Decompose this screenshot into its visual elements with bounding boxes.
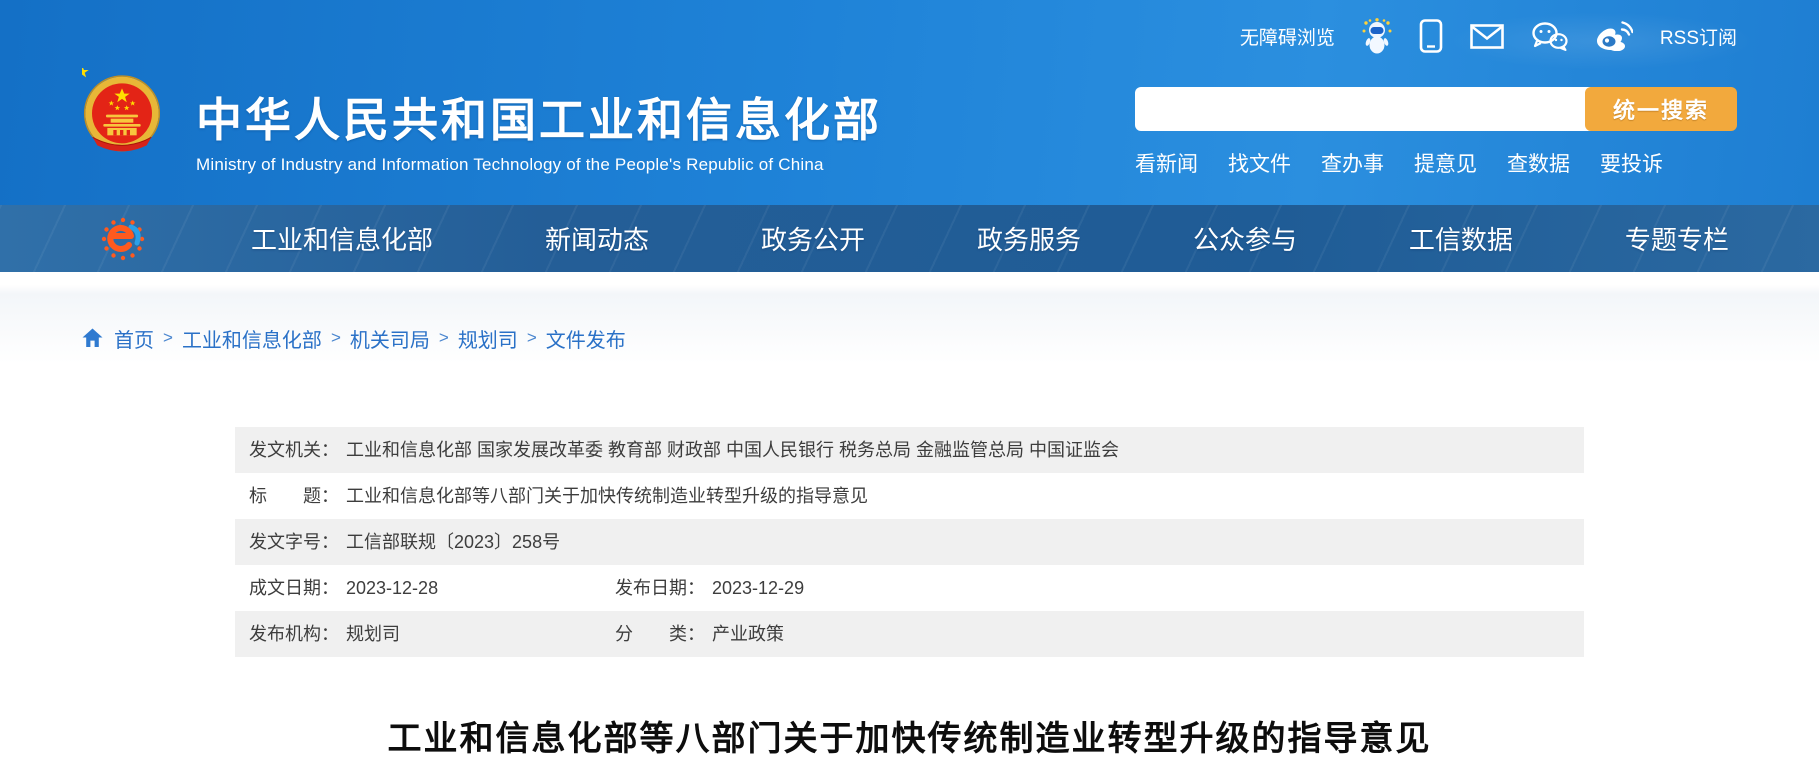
brand-text: 中华人民共和国工业和信息化部 Ministry of Industry and … [196,56,882,205]
quick-link-feedback[interactable]: 提意见 [1414,148,1477,178]
meta-label: 成文日期： [249,578,339,598]
breadcrumb-doc-release[interactable]: 文件发布 [546,324,626,353]
meta-label: 发文机关： [249,440,339,460]
breadcrumb-separator: > [527,328,537,348]
meta-value: 产业政策 [712,624,784,644]
breadcrumb-departments[interactable]: 机关司局 [350,324,430,353]
meta-label: 发布日期： [615,578,705,598]
meta-label: 分 类： [615,624,705,644]
mascot-icon[interactable] [1362,18,1392,54]
mail-icon[interactable] [1470,24,1504,49]
breadcrumb: 首页 > 工业和信息化部 > 机关司局 > 规划司 > 文件发布 [82,272,1737,351]
unified-search-button[interactable]: 统一搜索 [1585,87,1737,131]
header-top: 无障碍浏览 [0,0,1819,205]
quick-link-documents[interactable]: 找文件 [1228,148,1291,178]
meta-value: 工信部联规〔2023〕258号 [346,532,560,552]
doc-meta-table: 发文机关： 工业和信息化部 国家发展改革委 教育部 财政部 中国人民银行 税务总局… [235,427,1584,657]
nav-item-miit-data[interactable]: 工信数据 [1409,220,1513,257]
quick-link-news[interactable]: 看新闻 [1135,148,1198,178]
meta-label: 发文字号： [249,532,339,552]
search-area: 统一搜索 看新闻 找文件 查办事 提意见 查数据 要投诉 [1135,87,1737,205]
breadcrumb-separator: > [163,328,173,348]
meta-label: 标 题： [249,486,339,506]
miit-e-logo-icon [98,214,148,264]
site-title: 中华人民共和国工业和信息化部 [196,96,882,144]
breadcrumb-separator: > [439,328,449,348]
nav-item-news[interactable]: 新闻动态 [545,220,649,257]
site-subtitle: Ministry of Industry and Information Tec… [196,155,882,175]
site-brand: 中华人民共和国工业和信息化部 Ministry of Industry and … [82,56,882,205]
weibo-icon[interactable] [1595,21,1633,51]
breadcrumb-planning-dept[interactable]: 规划司 [458,324,518,353]
nav-item-participation[interactable]: 公众参与 [1193,220,1297,257]
rss-link[interactable]: RSS订阅 [1660,23,1737,50]
quick-link-services[interactable]: 查办事 [1321,148,1384,178]
nav-item-special-topics[interactable]: 专题专栏 [1625,220,1729,257]
main-nav: 工业和信息化部 新闻动态 政务公开 政务服务 公众参与 工信数据 专题专栏 [0,205,1819,272]
meta-value: 工业和信息化部 国家发展改革委 教育部 财政部 中国人民银行 税务总局 金融监管… [346,440,1119,460]
breadcrumb-home[interactable]: 首页 [114,324,154,353]
meta-row-issuing-agency: 发文机关： 工业和信息化部 国家发展改革委 教育部 财政部 中国人民银行 税务总局… [235,427,1584,473]
header-main: 中华人民共和国工业和信息化部 Ministry of Industry and … [82,56,1737,205]
search-input[interactable] [1135,87,1591,131]
quick-links: 看新闻 找文件 查办事 提意见 查数据 要投诉 [1135,148,1737,178]
meta-value: 2023-12-28 [346,578,438,598]
meta-row-title: 标 题： 工业和信息化部等八部门关于加快传统制造业转型升级的指导意见 [235,473,1584,519]
meta-label: 发布机构： [249,624,339,644]
mobile-icon[interactable] [1419,19,1443,53]
national-emblem-icon [82,68,162,164]
quick-link-complaints[interactable]: 要投诉 [1600,148,1663,178]
wechat-icon[interactable] [1531,21,1568,51]
nav-item-gov-services[interactable]: 政务服务 [977,220,1081,257]
topbar: 无障碍浏览 [82,0,1737,56]
nav-item-ministry[interactable]: 工业和信息化部 [251,220,433,257]
home-icon[interactable] [82,328,103,348]
page-content: 首页 > 工业和信息化部 > 机关司局 > 规划司 > 文件发布 发文机关： 工业… [0,272,1819,760]
meta-value: 工业和信息化部等八部门关于加快传统制造业转型升级的指导意见 [346,486,868,506]
breadcrumb-separator: > [331,328,341,348]
breadcrumb-ministry[interactable]: 工业和信息化部 [182,324,322,353]
search-bar: 统一搜索 [1135,87,1737,131]
accessibility-link[interactable]: 无障碍浏览 [1240,23,1335,50]
meta-row-doc-number: 发文字号： 工信部联规〔2023〕258号 [235,519,1584,565]
nav-items: 工业和信息化部 新闻动态 政务公开 政务服务 公众参与 工信数据 专题专栏 [251,220,1729,257]
meta-value: 2023-12-29 [712,578,804,598]
nav-item-gov-affairs[interactable]: 政务公开 [761,220,865,257]
site-header: 无障碍浏览 [0,0,1819,272]
meta-value: 规划司 [346,624,400,644]
meta-row-dates: 成文日期： 2023-12-28 发布日期： 2023-12-29 [235,565,1584,611]
quick-link-data[interactable]: 查数据 [1507,148,1570,178]
meta-row-publisher-category: 发布机构： 规划司 分 类： 产业政策 [235,611,1584,657]
article-title: 工业和信息化部等八部门关于加快传统制造业转型升级的指导意见 [0,711,1819,760]
